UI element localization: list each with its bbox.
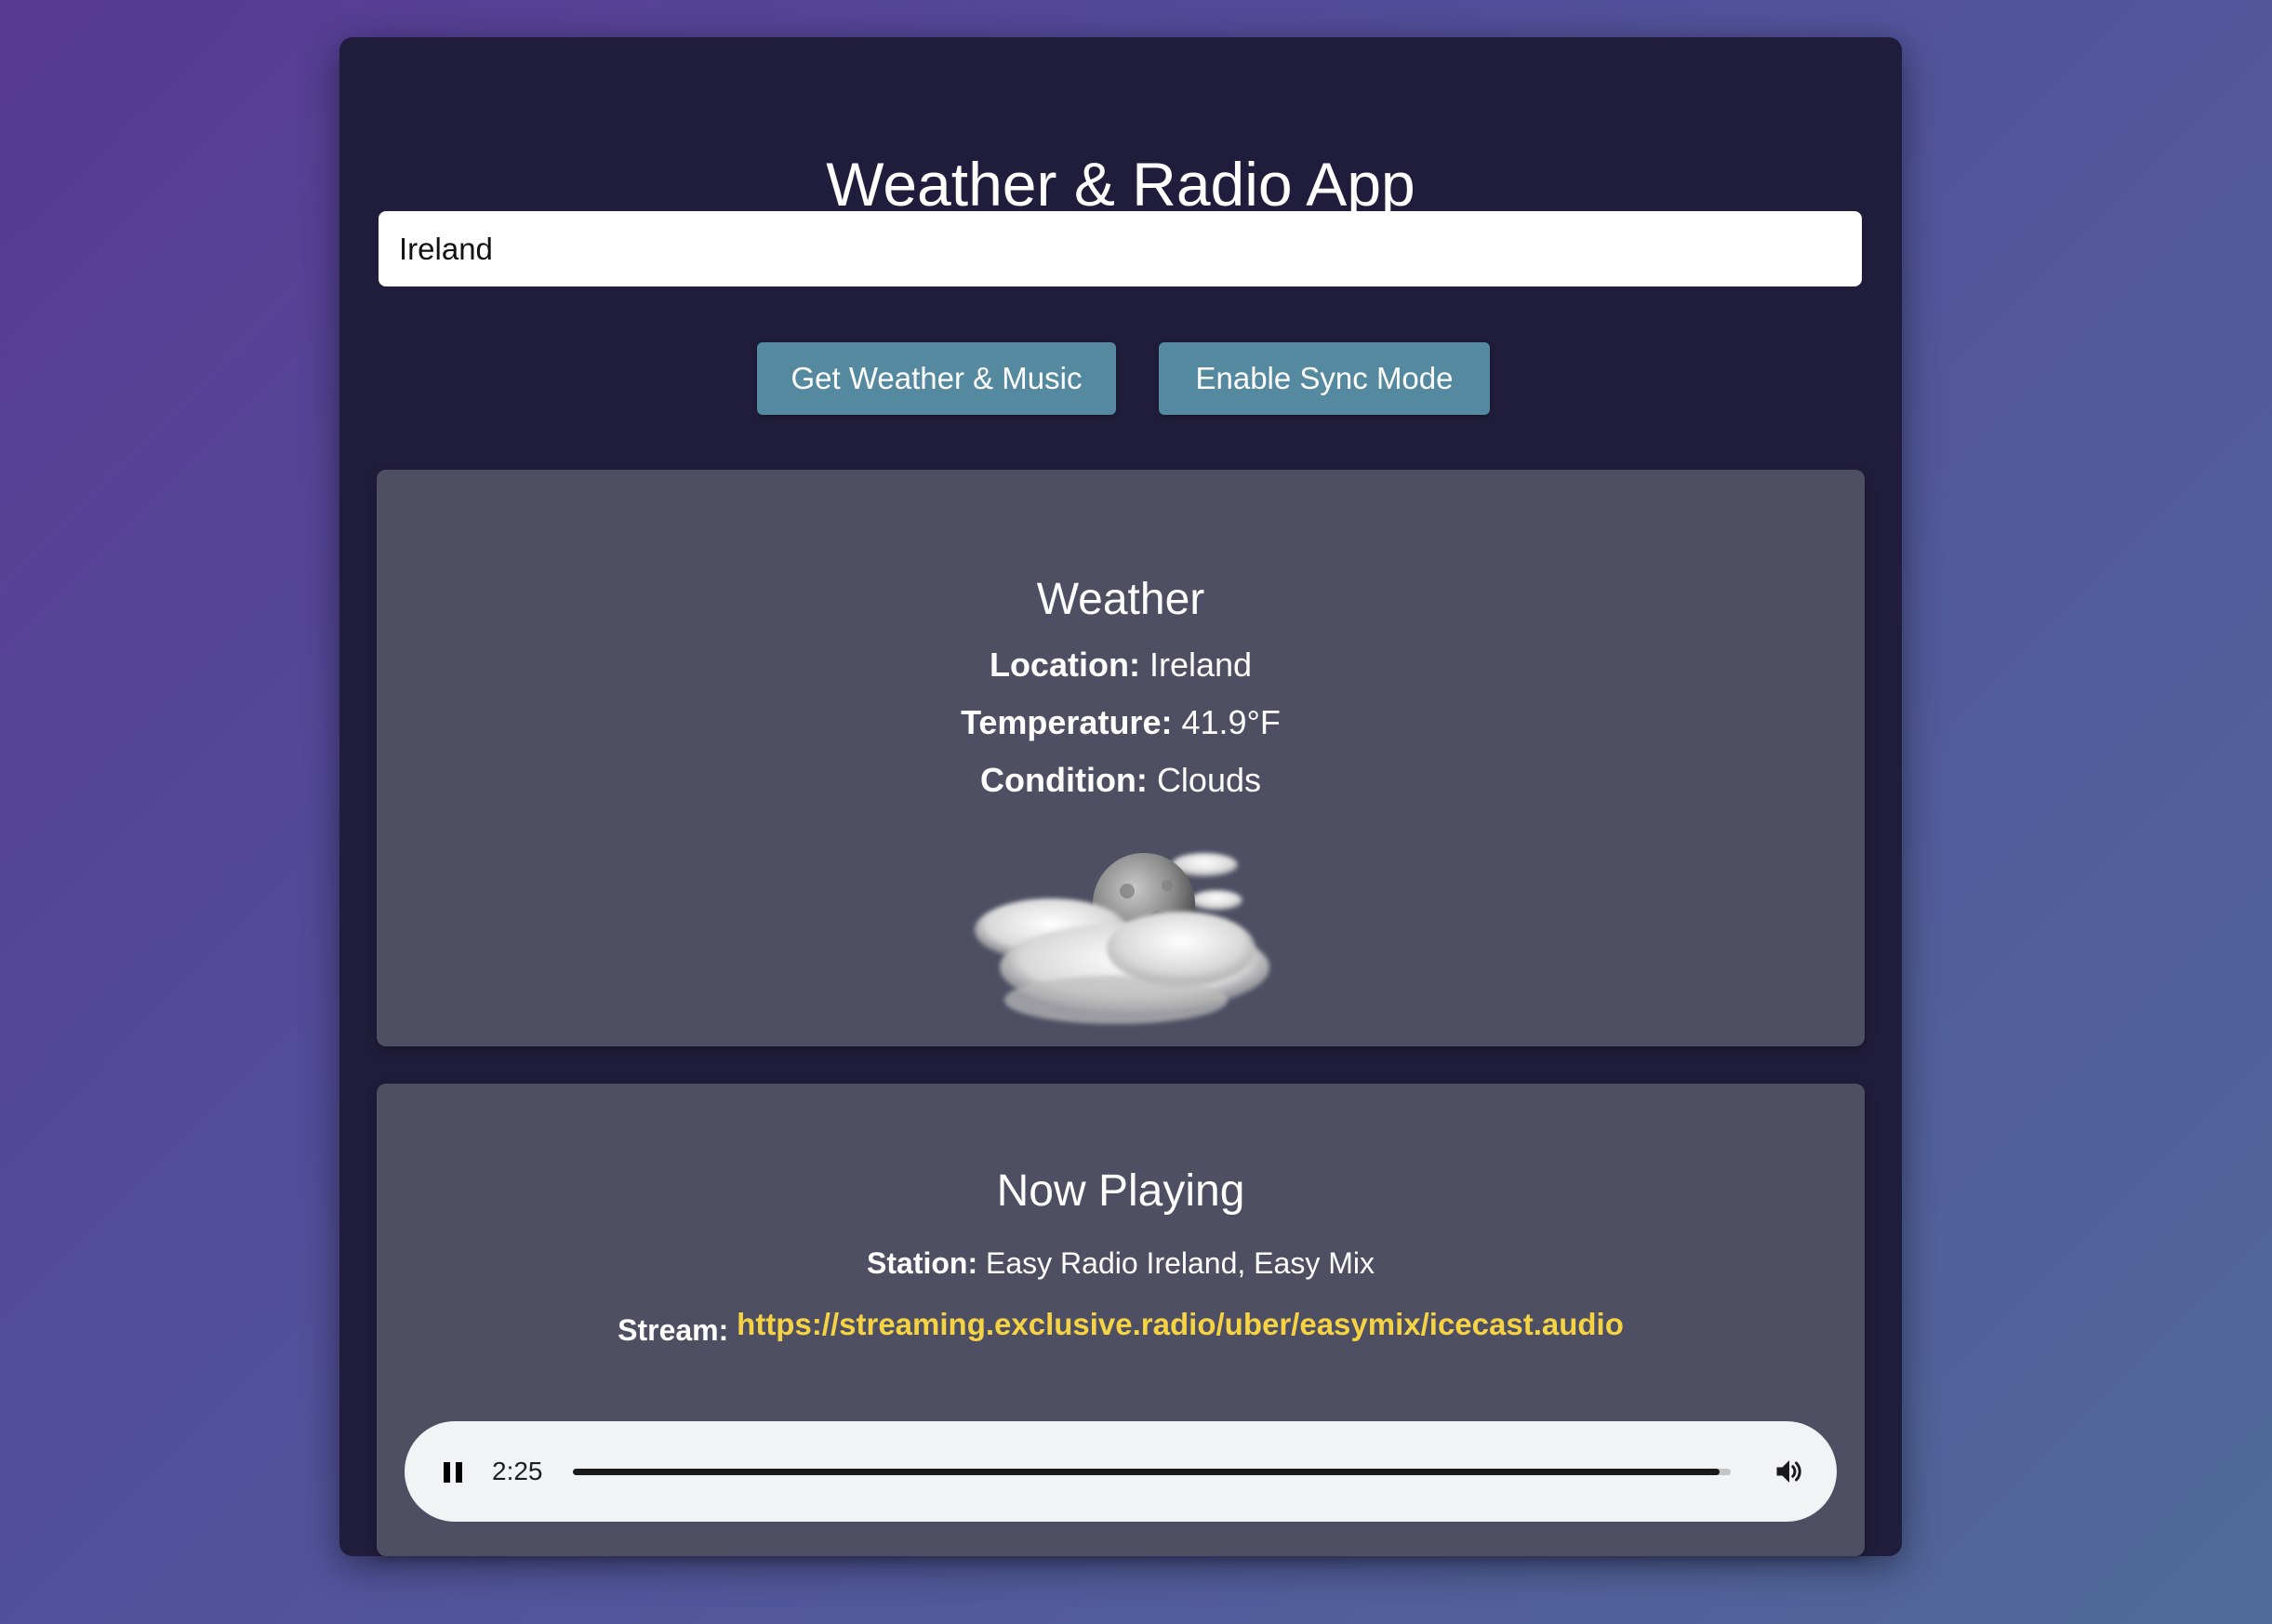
now-playing-panel: Now Playing Station: Easy Radio Ireland,…: [377, 1084, 1865, 1556]
audio-player: 2:25: [405, 1421, 1837, 1522]
location-label: Location:: [989, 646, 1140, 684]
playback-progress-slider[interactable]: [573, 1469, 1731, 1475]
temperature-line: Temperature: 41.9°F: [377, 702, 1865, 743]
temperature-value: 41.9°F: [1181, 703, 1281, 741]
cloudy-night-moon-icon: [975, 853, 1269, 1024]
action-buttons: Get Weather & Music Enable Sync Mode: [339, 342, 1902, 415]
stream-line: Stream: https://streaming.exclusive.radi…: [377, 1307, 1865, 1349]
get-weather-music-button[interactable]: Get Weather & Music: [757, 342, 1116, 415]
station-value: Easy Radio Ireland, Easy Mix: [986, 1246, 1375, 1280]
weather-heading: Weather: [1036, 575, 1205, 624]
stream-label: Stream:: [618, 1313, 729, 1347]
app-title: Weather & Radio App: [826, 150, 1415, 219]
station-line: Station: Easy Radio Ireland, Easy Mix: [377, 1245, 1865, 1282]
station-label: Station:: [867, 1246, 978, 1280]
location-search-input[interactable]: [379, 211, 1862, 286]
app-card: Weather & Radio App Get Weather & Music …: [339, 37, 1902, 1556]
condition-label: Condition:: [979, 761, 1148, 799]
enable-sync-mode-button[interactable]: Enable Sync Mode: [1159, 342, 1490, 415]
condition-value: Clouds: [1156, 761, 1261, 799]
location-line: Location: Ireland: [377, 645, 1865, 686]
pause-icon[interactable]: [442, 1456, 464, 1487]
now-playing-heading: Now Playing: [996, 1166, 1245, 1216]
volume-icon[interactable]: [1773, 1455, 1806, 1488]
location-value: Ireland: [1149, 646, 1253, 684]
temperature-label: Temperature:: [961, 703, 1173, 741]
condition-line: Condition: Clouds: [377, 760, 1865, 801]
progress-fill: [573, 1469, 1720, 1475]
stream-url-link[interactable]: https://streaming.exclusive.radio/uber/e…: [737, 1307, 1624, 1341]
playback-time: 2:25: [492, 1457, 543, 1485]
weather-panel: Weather Location: Ireland Temperature: 4…: [377, 470, 1865, 1046]
